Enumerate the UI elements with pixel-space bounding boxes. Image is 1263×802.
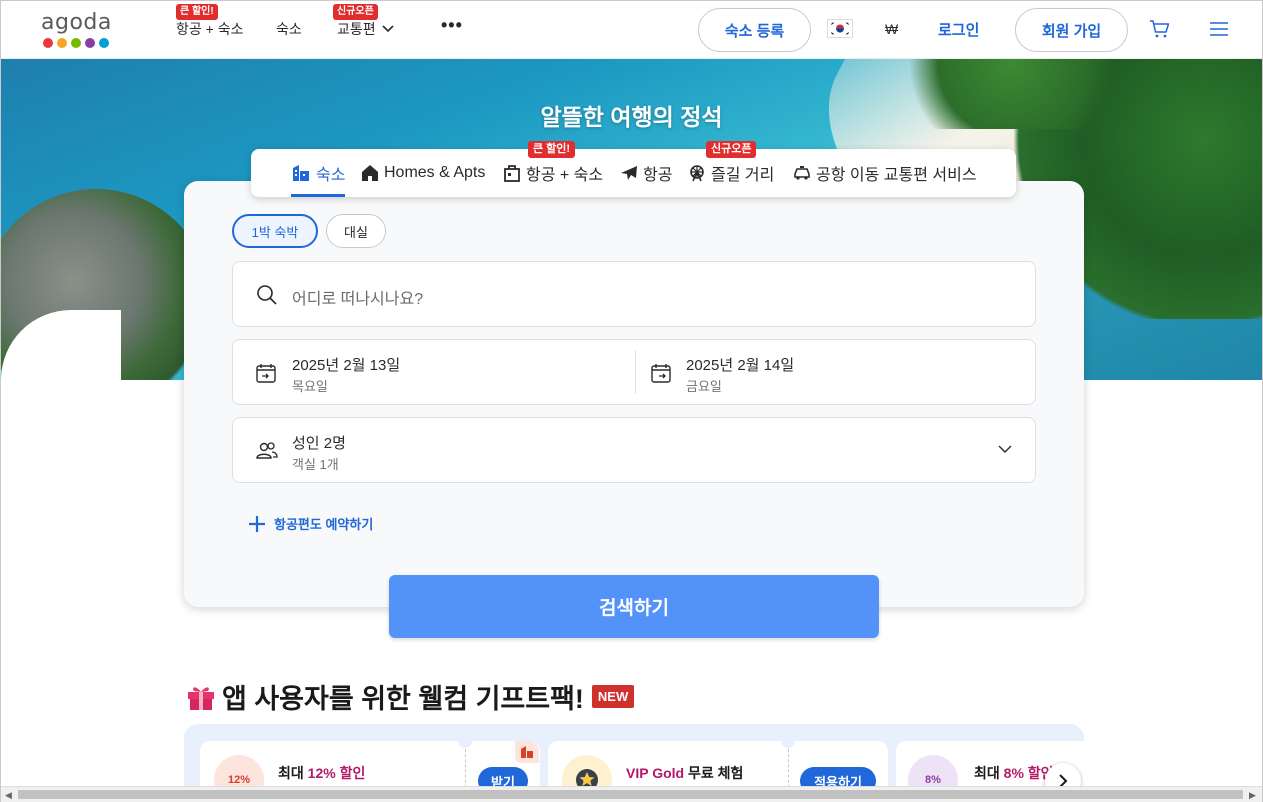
top-header: agoda 항공 + 숙소 큰 할인! 숙소 교통편 신규오픈 ••• 숙소 등… [1,1,1262,59]
logo-text: agoda [41,10,112,35]
coupon-notch [781,741,795,748]
chevron-down-icon [998,445,1012,453]
coupon-notch [458,741,472,748]
hotel-icon [293,165,309,181]
nav-hotels[interactable]: 숙소 [276,19,302,39]
language-flag-icon[interactable] [827,19,853,38]
destination-field[interactable]: 어디로 떠나시나요? [232,261,1036,327]
tab-label: 항공 + 숙소 [526,167,604,184]
logo-dot [43,38,53,48]
nav-flight-hotel[interactable]: 항공 + 숙소 [176,19,243,39]
logo-dot [85,38,95,48]
korea-flag-icon [828,20,852,37]
tab-label: 공항 이동 교통편 서비스 [816,167,977,184]
tab-flights[interactable]: 항공 [620,149,672,197]
calendar-checkin-icon [256,364,276,383]
search-button[interactable]: 검색하기 [389,575,879,638]
ferris-wheel-icon [690,165,704,182]
tab-label: 즐길 거리 [711,167,775,184]
search-category-tabs: 숙소 Homes & Apts 항공 + 숙소 큰 할인! 항공 즐길 거리 신… [251,141,1016,197]
nav-badge-sale: 큰 할인! [176,4,218,20]
coupon-badge-text: 8% [925,774,941,786]
date-field: 2025년 2월 13일 목요일 2025년 2월 14일 금요일 [232,339,1036,405]
signup-button[interactable]: 회원 가입 [1015,8,1128,52]
package-icon [504,165,520,182]
search-icon [257,285,277,305]
horizontal-scrollbar[interactable]: ◀ ▶ [1,786,1262,802]
stay-type-dayuse[interactable]: 대실 [326,214,386,248]
coupon-title: 최대 12% 할인 [278,763,365,783]
coupon-prefix: 최대 [278,765,308,781]
checkin-day-text: 목요일 [292,379,328,394]
checkin-date[interactable]: 2025년 2월 13일 목요일 [233,340,635,404]
tab-hotels[interactable]: 숙소 [291,149,346,197]
coupon-prefix: 최대 [974,765,1004,781]
plus-icon [249,515,265,532]
checkout-date[interactable]: 2025년 2월 14일 금요일 [636,340,1036,404]
logo-dot [71,38,81,48]
nav-transport[interactable]: 교통편 [337,19,394,39]
currency-selector[interactable]: ₩ [885,21,898,37]
tab-label: 숙소 [316,167,346,184]
new-badge: NEW [591,685,635,708]
promo-title-text: 앱 사용자를 위한 웰컴 기프트팩! [222,684,584,714]
gift-icon [188,686,214,710]
hero-title: 알뜰한 여행의 정석 [540,104,723,130]
logo-dots [43,38,117,48]
agoda-logo[interactable]: agoda [41,11,117,51]
scrollbar-thumb[interactable] [18,790,1243,799]
destination-placeholder: 어디로 떠나시나요? [292,291,424,308]
guests-field[interactable]: 성인 2명 객실 1개 [232,417,1036,483]
coupon-title: VIP Gold 무료 체험 [626,763,743,783]
tab-badge-new: 신규오픈 [706,141,757,158]
tab-badge-sale: 큰 할인! [528,141,576,158]
coupon-highlight: 12% 할인 [307,765,366,781]
hamburger-menu-icon[interactable] [1209,21,1229,42]
plane-icon [621,166,637,180]
rooms-text: 객실 1개 [292,457,339,472]
logo-dot [99,38,109,48]
nav-label: 교통편 [337,21,376,37]
guests-icon [256,442,278,459]
checkout-date-text: 2025년 2월 14일 [686,357,795,374]
checkout-day-text: 금요일 [686,379,722,394]
coupon-suffix: 무료 체험 [684,765,744,781]
add-flight-button[interactable]: 항공편도 예약하기 [248,514,373,533]
logo-dot [57,38,67,48]
home-icon [362,165,378,181]
car-icon [794,166,810,180]
calendar-checkout-icon [651,364,671,383]
more-menu-button[interactable]: ••• [441,15,463,36]
hotel-icon [515,741,539,763]
coupon-highlight: VIP Gold [626,765,685,781]
add-flight-label: 항공편도 예약하기 [274,517,374,532]
cart-icon[interactable] [1149,19,1171,44]
chevron-down-icon [382,25,394,33]
stay-type-overnight[interactable]: 1박 숙박 [232,214,318,248]
promo-section-title: 앱 사용자를 위한 웰컴 기프트팩! NEW [186,677,635,716]
checkin-date-text: 2025년 2월 13일 [292,357,401,374]
coupon-badge-text: 12% [227,774,251,786]
login-link[interactable]: 로그인 [938,19,979,40]
tab-label: 항공 [643,167,673,184]
tab-airport-transfer[interactable]: 공항 이동 교통편 서비스 [793,149,977,197]
nav-label: 항공 + 숙소 [176,21,244,37]
scroll-right-arrow-icon[interactable]: ▶ [1249,790,1256,801]
nav-badge-new: 신규오픈 [333,4,378,20]
tab-label: Homes & Apts [384,164,486,181]
coupon-title: 최대 8% 할인 [974,763,1054,783]
scroll-left-arrow-icon[interactable]: ◀ [5,790,12,801]
guests-text: 성인 2명 [292,435,346,452]
list-property-button[interactable]: 숙소 등록 [698,8,811,52]
nav-label: 숙소 [276,21,302,37]
tab-homes-apts[interactable]: Homes & Apts [361,149,485,197]
